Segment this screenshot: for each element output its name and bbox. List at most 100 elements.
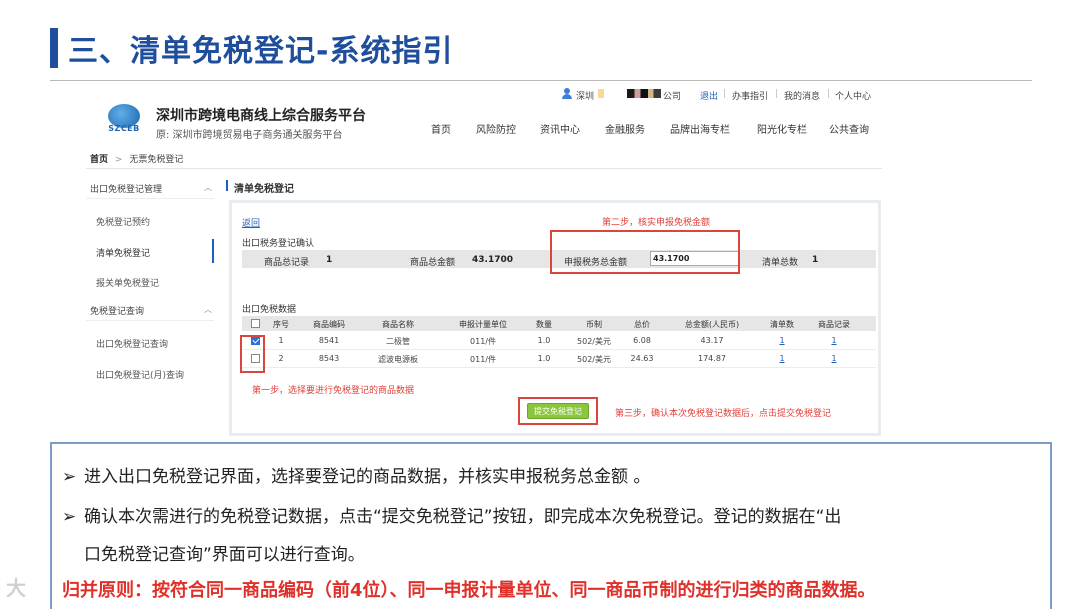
- page-title: 清单免税登记: [234, 184, 294, 195]
- confirm-title: 出口税务登记确认: [242, 239, 315, 249]
- sidebar-item-list-register[interactable]: 清单免税登记: [96, 246, 150, 259]
- table-header: 序号 商品编码 商品名称 申报计量单位 数量 币制 总价 总金额(人民币) 清单…: [242, 316, 876, 331]
- cell-name: 二极管: [386, 337, 410, 346]
- back-link[interactable]: 返回: [242, 216, 260, 229]
- sidebar-item-reserve[interactable]: 免税登记预约: [96, 215, 150, 228]
- cell-currency: 502/美元: [577, 355, 611, 364]
- note-2: ➢ 确认本次需进行的免税登记数据，点击“提交免税登记”按钮，即完成本次免税登记。登…: [62, 502, 841, 527]
- divider: [86, 198, 214, 199]
- slide-title: 三、清单免税登记-系统指引: [68, 34, 454, 69]
- breadcrumb-current: 无票免税登记: [129, 155, 184, 165]
- cell-unit: 011/件: [470, 337, 496, 346]
- sidebar-active-indicator: [212, 239, 214, 263]
- logout-link[interactable]: 退出: [700, 89, 718, 102]
- cell-list-count-link[interactable]: 1: [764, 354, 800, 363]
- section-accent-bar: [226, 180, 228, 191]
- nav-sunshine[interactable]: 阳光化专栏: [757, 121, 807, 136]
- top-bar: 深圳 公司 退出 办事指引 我的消息 个人中心: [86, 84, 882, 104]
- breadcrumb-sep: >: [114, 155, 123, 165]
- step1-highlight: [240, 335, 265, 373]
- note-1-text: 进入出口免税登记界面，选择要登记的商品数据，并核实申报税务总金额 。: [84, 467, 651, 487]
- cell-amount-rmb: 174.87: [698, 354, 726, 363]
- col-currency: 币制: [586, 320, 602, 329]
- arrow-bullet-icon: ➢: [62, 467, 77, 487]
- sidebar-item-customs-register[interactable]: 报关单免税登记: [96, 276, 159, 289]
- total-records-value: 1: [326, 255, 333, 265]
- total-amount-label: 商品总金额: [410, 258, 456, 268]
- table-row[interactable]: 2 8543 滤波电源板 011/件 1.0 502/美元 24.63 174.…: [242, 351, 876, 368]
- guide-link[interactable]: 办事指引: [732, 89, 768, 102]
- cell-records-link[interactable]: 1: [812, 354, 856, 363]
- select-all-checkbox[interactable]: [251, 319, 260, 328]
- cell-qty: 1.0: [537, 336, 551, 345]
- data-title: 出口免税数据: [242, 305, 297, 315]
- cell-qty: 1.0: [537, 354, 551, 363]
- step2-annotation: 第二步，核实申报免税金额: [602, 218, 711, 228]
- col-list-count: 清单数: [770, 320, 794, 329]
- arrow-bullet-icon: ➢: [62, 507, 77, 527]
- nav-risk[interactable]: 风险防控: [476, 121, 516, 136]
- cell-list-count-link[interactable]: 1: [764, 336, 800, 345]
- list-count-label: 清单总数: [762, 258, 799, 268]
- col-name: 商品名称: [382, 320, 414, 329]
- sidebar: 出口免税登记管理 ︿ 免税登记预约 清单免税登记 报关单免税登记 免税登记查询 …: [86, 174, 216, 440]
- note-2-continued: 口免税登记查询”界面可以进行查询。: [84, 545, 365, 565]
- nav-news[interactable]: 资讯中心: [540, 121, 580, 136]
- sidebar-group-label: 免税登记查询: [90, 307, 145, 317]
- cell-price: 6.08: [633, 336, 651, 345]
- site-name: 深圳市跨境电商线上综合服务平台: [156, 108, 366, 124]
- watermark: 大: [6, 576, 26, 600]
- title-accent-bar: [50, 28, 58, 68]
- cell-amount-rmb: 43.17: [700, 336, 724, 345]
- sidebar-group-query[interactable]: 免税登记查询 ︿: [90, 304, 214, 317]
- chevron-up-icon: ︿: [204, 183, 212, 192]
- step3-annotation: 第三步，确认本次免税登记数据后，点击提交免税登记: [615, 409, 832, 419]
- merge-rule: 归并原则：按符合同一商品编码（前4位）、同一申报计量单位、同一商品币制的进行归类…: [62, 580, 876, 601]
- step2-highlight: [550, 230, 740, 274]
- nav-home[interactable]: 首页: [431, 121, 451, 136]
- step1-annotation: 第一步，选择要进行免税登记的商品数据: [252, 386, 415, 396]
- cell-currency: 502/美元: [577, 337, 611, 346]
- notes-box: ➢ 进入出口免税登记界面，选择要登记的商品数据，并核实申报税务总金额 。 ➢ 确认本…: [50, 442, 1052, 609]
- cell-records-link[interactable]: 1: [812, 336, 856, 345]
- table-row[interactable]: 1 8541 二极管 011/件 1.0 502/美元 6.08 43.17 1…: [242, 333, 876, 350]
- note-1: ➢ 进入出口免税登记界面，选择要登记的商品数据，并核实申报税务总金额 。: [62, 462, 650, 487]
- cell-unit: 011/件: [470, 355, 496, 364]
- list-count-value: 1: [812, 255, 819, 265]
- sidebar-item-monthly-query[interactable]: 出口免税登记(月)查询: [96, 368, 184, 381]
- site-header: SZCEB 深圳市跨境电商线上综合服务平台 原: 深圳市跨境贸易电子商务通关服务…: [86, 104, 882, 146]
- site-logo[interactable]: SZCEB: [104, 104, 144, 136]
- top-company: 公司: [663, 92, 682, 102]
- redacted-company: [627, 89, 661, 98]
- col-qty: 数量: [536, 320, 552, 329]
- sidebar-group-register[interactable]: 出口免税登记管理 ︿: [90, 182, 214, 195]
- total-records-label: 商品总记录: [264, 258, 310, 268]
- col-records: 商品记录: [818, 320, 850, 329]
- cell-code: 8541: [318, 336, 340, 345]
- cell-code: 8543: [318, 354, 340, 363]
- col-index: 序号: [273, 320, 289, 329]
- separator: [776, 89, 777, 98]
- profile-link[interactable]: 个人中心: [835, 89, 871, 102]
- sidebar-item-query[interactable]: 出口免税登记查询: [96, 337, 168, 350]
- nav-brand[interactable]: 品牌出海专栏: [670, 121, 730, 136]
- logo-text: SZCEB: [108, 124, 140, 133]
- divider: [86, 320, 214, 321]
- chevron-up-icon: ︿: [204, 305, 212, 314]
- nav-finance[interactable]: 金融服务: [605, 121, 645, 136]
- top-user-name[interactable]: 深圳: [576, 89, 594, 102]
- breadcrumb: 首页 > 无票免税登记: [90, 152, 183, 165]
- messages-link[interactable]: 我的消息: [784, 89, 820, 102]
- title-divider: [50, 80, 1032, 81]
- nav-query[interactable]: 公共查询: [829, 121, 869, 136]
- divider: [86, 168, 882, 169]
- col-amount-rmb: 总金额(人民币): [684, 320, 740, 329]
- separator: [724, 89, 725, 98]
- cell-price: 24.63: [630, 354, 654, 363]
- register-panel: 返回 第二步，核实申报免税金额 出口税务登记确认 商品总记录 1 商品总金额 4…: [229, 200, 881, 436]
- site-subtitle: 原: 深圳市跨境贸易电子商务通关服务平台: [156, 130, 343, 141]
- col-code: 商品编码: [313, 320, 345, 329]
- redacted-mark: [598, 89, 604, 98]
- col-price: 总价: [634, 320, 650, 329]
- breadcrumb-home[interactable]: 首页: [90, 155, 108, 165]
